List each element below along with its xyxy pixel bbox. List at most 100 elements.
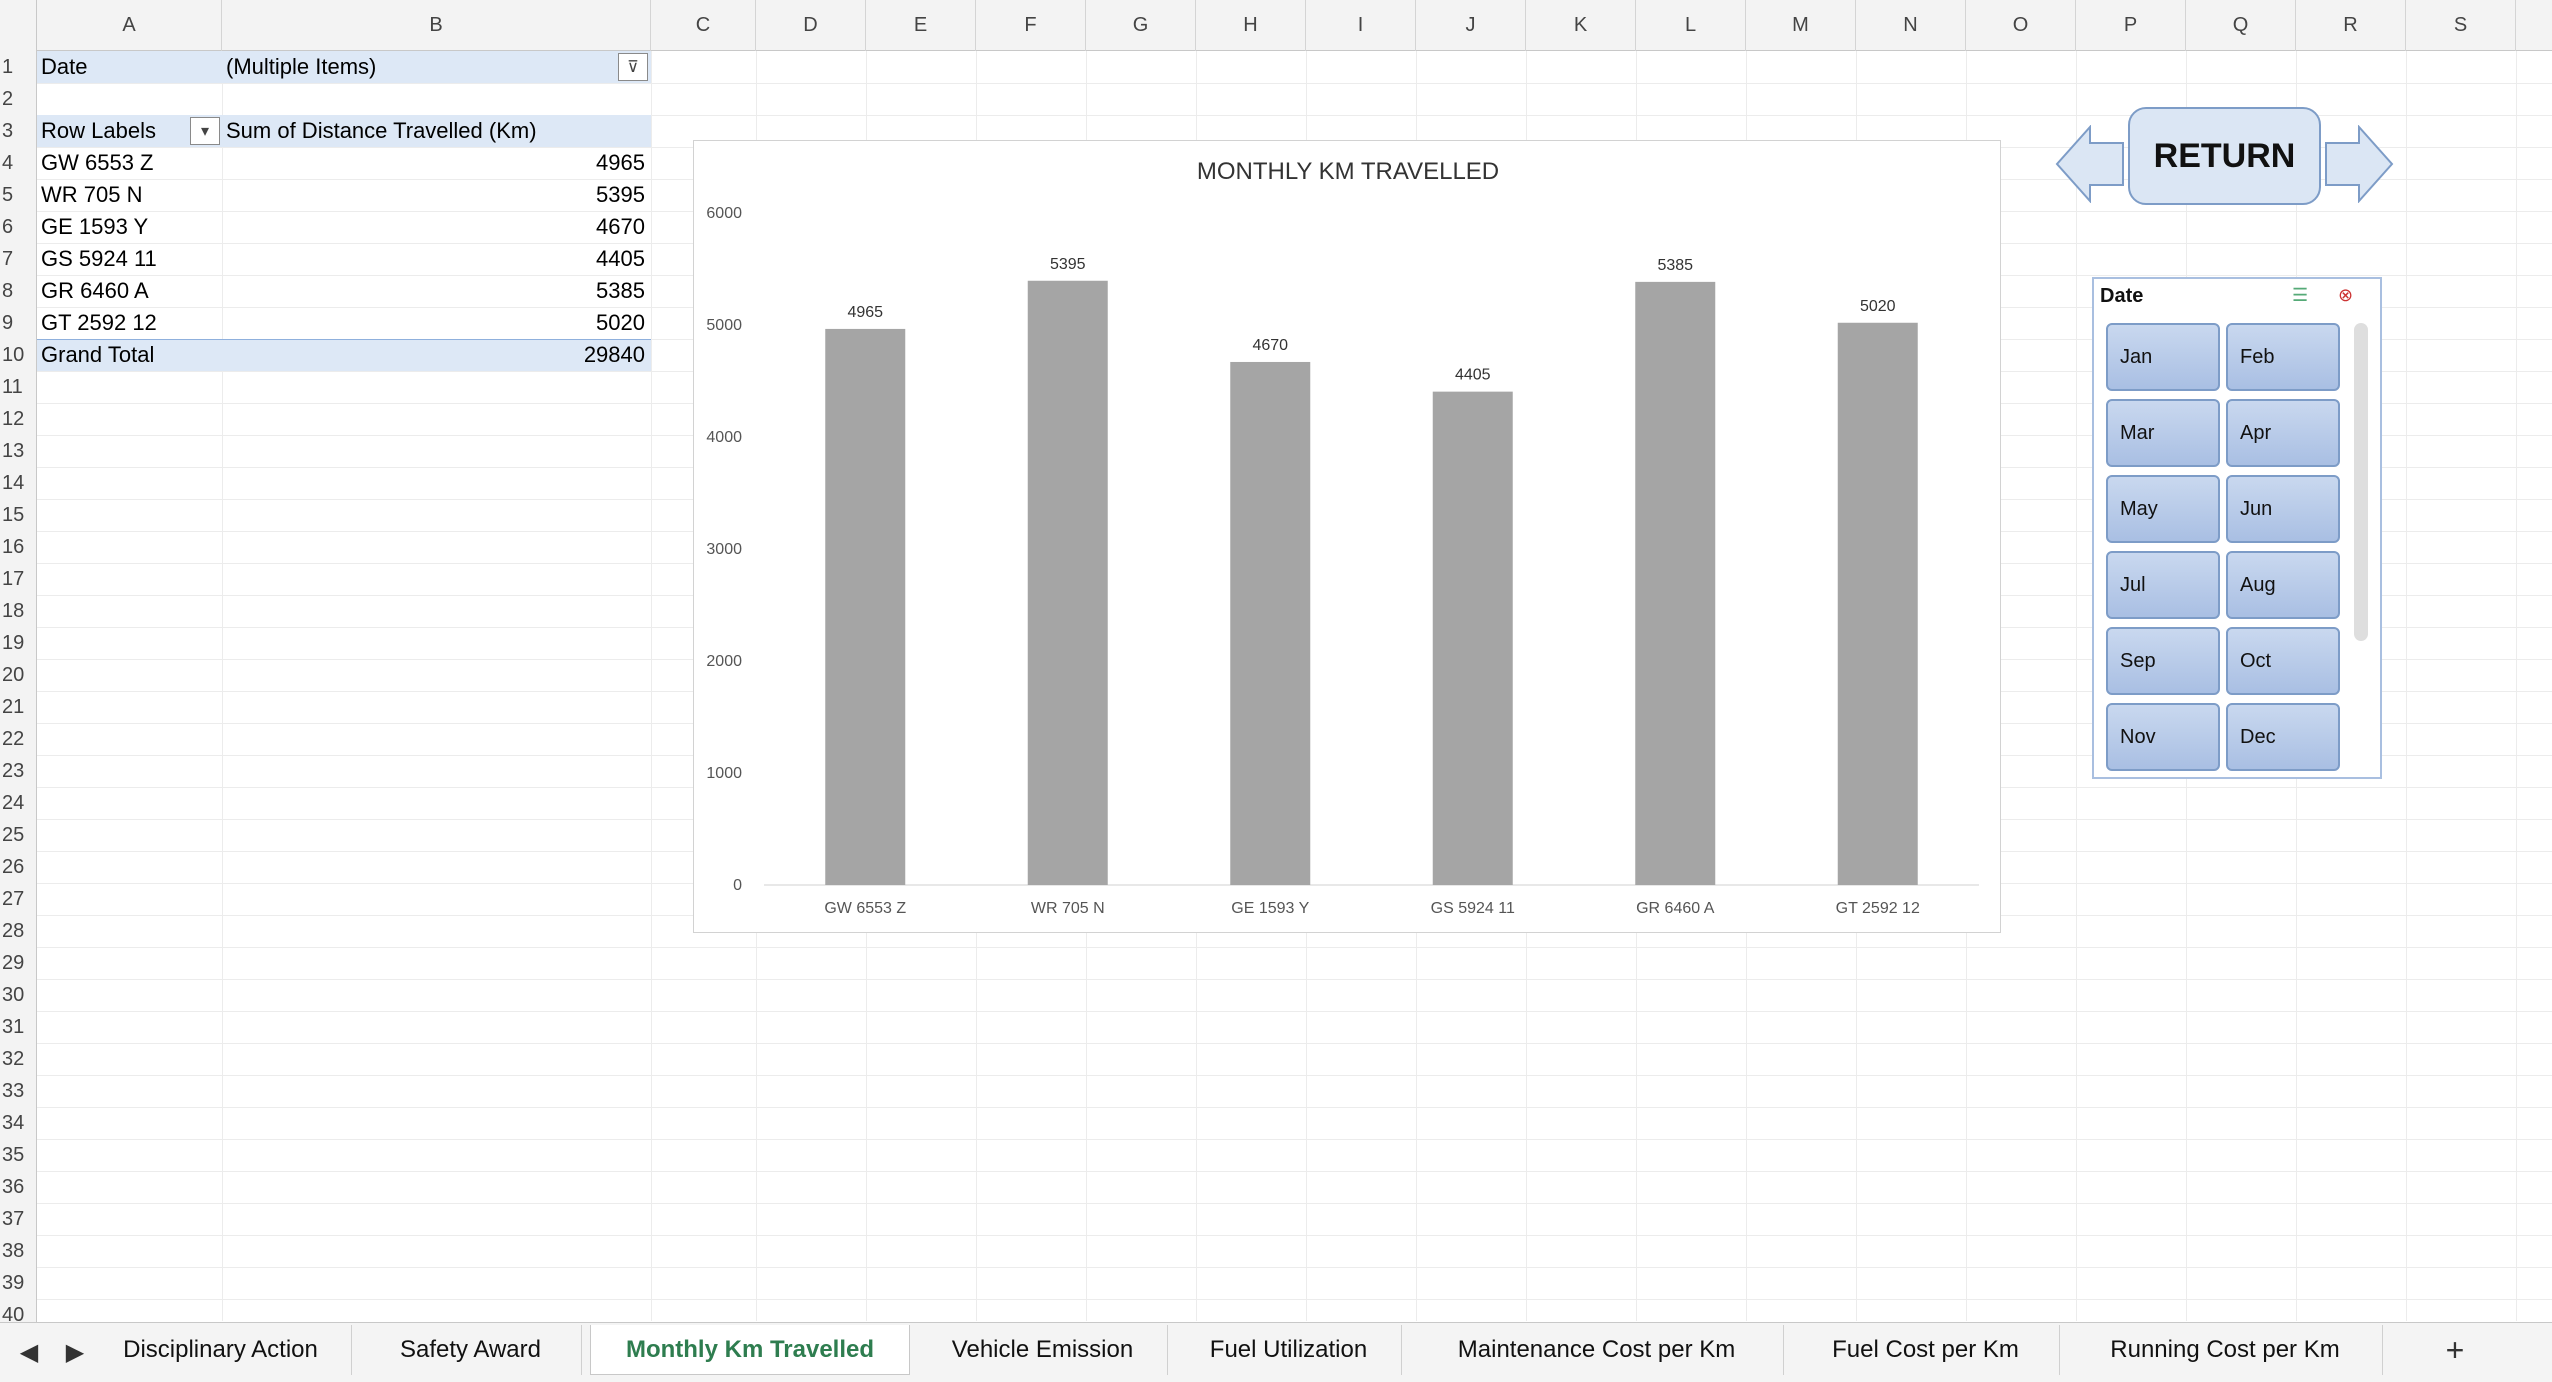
row-header-12[interactable]: 12	[0, 403, 37, 435]
pivot-row-value[interactable]: 4965	[222, 147, 651, 179]
pivot-filter-value[interactable]: (Multiple Items)	[222, 51, 612, 83]
grand-total-value[interactable]: 29840	[222, 339, 651, 371]
row-header-24[interactable]: 24	[0, 787, 37, 819]
slicer-month-aug[interactable]: Aug	[2226, 551, 2340, 619]
filter-dropdown-icon[interactable]: ⊽	[618, 53, 648, 81]
column-header-q[interactable]: Q	[2186, 0, 2296, 51]
pivot-row-value[interactable]: 5395	[222, 179, 651, 211]
column-header-r[interactable]: R	[2296, 0, 2406, 51]
column-header-i[interactable]: I	[1306, 0, 1416, 51]
next-sheet-icon[interactable]: ▶	[60, 1322, 90, 1382]
row-header-26[interactable]: 26	[0, 851, 37, 883]
column-header-b[interactable]: B	[222, 0, 651, 51]
slicer-month-sep[interactable]: Sep	[2106, 627, 2220, 695]
pivot-row-value[interactable]: 4405	[222, 243, 651, 275]
sheet-tab-safety-award[interactable]: Safety Award	[360, 1325, 582, 1375]
row-header-17[interactable]: 17	[0, 563, 37, 595]
row-header-15[interactable]: 15	[0, 499, 37, 531]
add-sheet-button[interactable]: +	[2420, 1325, 2490, 1375]
right-arrow-icon[interactable]	[2324, 125, 2394, 203]
row-header-13[interactable]: 13	[0, 435, 37, 467]
clear-filter-icon[interactable]: ⊗	[2338, 285, 2368, 309]
row-header-25[interactable]: 25	[0, 819, 37, 851]
slicer-month-feb[interactable]: Feb	[2226, 323, 2340, 391]
date-slicer[interactable]: Date ☰ ⊗ Jan Feb Mar Apr May Jun Jul Aug Sep Oct N…	[2092, 277, 2382, 779]
row-header-18[interactable]: 18	[0, 595, 37, 627]
multi-select-icon[interactable]: ☰	[2292, 285, 2322, 309]
column-header-p[interactable]: P	[2076, 0, 2186, 51]
column-header-l[interactable]: L	[1636, 0, 1746, 51]
slicer-month-jan[interactable]: Jan	[2106, 323, 2220, 391]
column-header-m[interactable]: M	[1746, 0, 1856, 51]
row-labels-dropdown-icon[interactable]: ▾	[190, 117, 220, 145]
slicer-month-dec[interactable]: Dec	[2226, 703, 2340, 771]
row-header-33[interactable]: 33	[0, 1075, 37, 1107]
row-header-7[interactable]: 7	[0, 243, 37, 275]
row-header-36[interactable]: 36	[0, 1171, 37, 1203]
row-header-21[interactable]: 21	[0, 691, 37, 723]
row-header-1[interactable]: 1	[0, 51, 37, 83]
row-header-39[interactable]: 39	[0, 1267, 37, 1299]
row-header-20[interactable]: 20	[0, 659, 37, 691]
row-header-27[interactable]: 27	[0, 883, 37, 915]
prev-sheet-icon[interactable]: ◀	[14, 1322, 44, 1382]
column-header-e[interactable]: E	[866, 0, 976, 51]
grand-total-label[interactable]: Grand Total	[37, 339, 222, 371]
sheet-tab-vehicle-emission[interactable]: Vehicle Emission	[918, 1325, 1168, 1375]
row-header-4[interactable]: 4	[0, 147, 37, 179]
sheet-tab-monthly-km-travelled[interactable]: Monthly Km Travelled	[590, 1325, 910, 1375]
sheet-tab-disciplinary-action[interactable]: Disciplinary Action	[90, 1325, 352, 1375]
row-header-10[interactable]: 10	[0, 339, 37, 371]
column-header-s[interactable]: S	[2406, 0, 2516, 51]
row-header-8[interactable]: 8	[0, 275, 37, 307]
slicer-month-nov[interactable]: Nov	[2106, 703, 2220, 771]
row-header-3[interactable]: 3	[0, 115, 37, 147]
row-header-30[interactable]: 30	[0, 979, 37, 1011]
row-header-28[interactable]: 28	[0, 915, 37, 947]
return-button[interactable]: RETURN	[2128, 107, 2321, 205]
pivot-row-label[interactable]: GS 5924 11	[37, 243, 222, 275]
row-header-34[interactable]: 34	[0, 1107, 37, 1139]
row-header-19[interactable]: 19	[0, 627, 37, 659]
pivot-row-label[interactable]: GR 6460 A	[37, 275, 222, 307]
row-header-2[interactable]: 2	[0, 83, 37, 115]
row-header-29[interactable]: 29	[0, 947, 37, 979]
row-header-38[interactable]: 38	[0, 1235, 37, 1267]
pivot-row-value[interactable]: 5385	[222, 275, 651, 307]
column-header-a[interactable]: A	[37, 0, 222, 51]
pivot-row-label[interactable]: GE 1593 Y	[37, 211, 222, 243]
row-header-11[interactable]: 11	[0, 371, 37, 403]
row-header-22[interactable]: 22	[0, 723, 37, 755]
column-header-o[interactable]: O	[1966, 0, 2076, 51]
select-all-corner[interactable]	[0, 0, 37, 51]
sheet-tab-maintenance-cost-per-km[interactable]: Maintenance Cost per Km	[1410, 1325, 1784, 1375]
left-arrow-icon[interactable]	[2055, 125, 2125, 203]
pivot-row-label[interactable]: GT 2592 12	[37, 307, 222, 339]
pivot-filter-label[interactable]: Date	[37, 51, 222, 83]
sheet-tab-fuel-utilization[interactable]: Fuel Utilization	[1176, 1325, 1402, 1375]
slicer-scrollbar[interactable]	[2354, 323, 2368, 641]
pivot-row-label[interactable]: WR 705 N	[37, 179, 222, 211]
sheet-tab-running-cost-per-km[interactable]: Running Cost per Km	[2068, 1325, 2383, 1375]
slicer-month-jun[interactable]: Jun	[2226, 475, 2340, 543]
slicer-month-may[interactable]: May	[2106, 475, 2220, 543]
column-header-h[interactable]: H	[1196, 0, 1306, 51]
row-header-6[interactable]: 6	[0, 211, 37, 243]
row-header-9[interactable]: 9	[0, 307, 37, 339]
row-header-5[interactable]: 5	[0, 179, 37, 211]
column-header-k[interactable]: K	[1526, 0, 1636, 51]
row-header-37[interactable]: 37	[0, 1203, 37, 1235]
monthly-km-chart[interactable]: MONTHLY KM TRAVELLED 0 1000 2000 3000 4000 500…	[693, 140, 2001, 933]
row-labels-header[interactable]: Row Labels	[37, 115, 187, 147]
value-header[interactable]: Sum of Distance Travelled (Km)	[222, 115, 651, 147]
slicer-month-mar[interactable]: Mar	[2106, 399, 2220, 467]
column-header-g[interactable]: G	[1086, 0, 1196, 51]
column-header-j[interactable]: J	[1416, 0, 1526, 51]
row-header-16[interactable]: 16	[0, 531, 37, 563]
slicer-month-oct[interactable]: Oct	[2226, 627, 2340, 695]
pivot-row-label[interactable]: GW 6553 Z	[37, 147, 222, 179]
row-header-14[interactable]: 14	[0, 467, 37, 499]
pivot-row-value[interactable]: 5020	[222, 307, 651, 339]
row-header-31[interactable]: 31	[0, 1011, 37, 1043]
row-header-23[interactable]: 23	[0, 755, 37, 787]
